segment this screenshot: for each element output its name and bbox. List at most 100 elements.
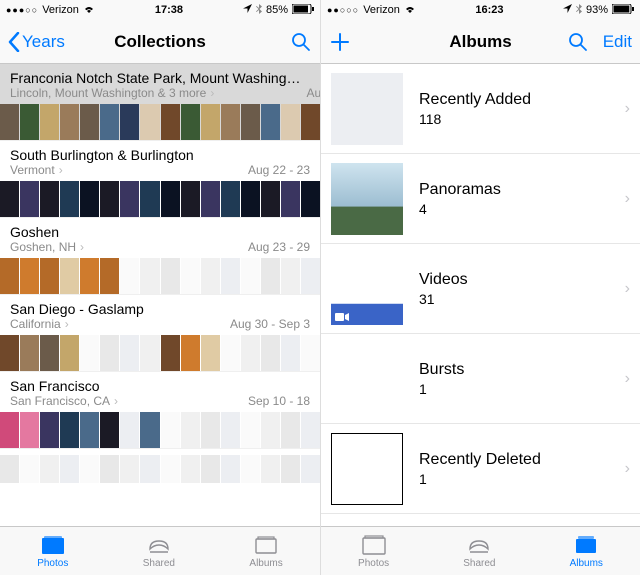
tab-label: Albums <box>570 558 603 569</box>
album-count: 1 <box>419 381 609 397</box>
chevron-right-icon: › <box>625 190 630 208</box>
album-title: Panoramas <box>419 181 609 199</box>
chevron-right-icon: › <box>625 280 630 298</box>
tab-label: Albums <box>249 558 282 569</box>
add-button[interactable] <box>329 31 351 53</box>
carrier-label: Verizon <box>363 4 400 16</box>
tab-photos[interactable]: Photos <box>37 533 68 569</box>
tab-albums[interactable]: Albums <box>570 533 603 569</box>
tab-label: Shared <box>463 558 495 569</box>
collection-title: Goshen <box>10 224 84 240</box>
thumb-strip <box>0 104 320 140</box>
status-time: 16:23 <box>416 4 563 16</box>
tab-bar: Photos Shared Albums <box>321 526 640 575</box>
bluetooth-icon <box>576 4 582 17</box>
thumb-strip <box>0 335 320 371</box>
back-button[interactable]: Years <box>8 32 65 52</box>
status-bar: ●●○○○ Verizon 16:23 93% <box>321 0 640 20</box>
collection-dates: Sep 10 - 18 <box>242 394 310 408</box>
wifi-icon <box>404 4 416 17</box>
tab-shared[interactable]: Shared <box>463 533 495 569</box>
collection-title: Franconia Notch State Park, Mount Washin… <box>10 70 301 86</box>
collection-item[interactable]: San Francisco San Francisco, CA › Sep 10… <box>0 372 320 449</box>
album-title: Recently Added <box>419 91 609 109</box>
collection-dates: Aug 22 - 23 <box>242 163 310 177</box>
nav-bar: Years Collections <box>0 20 320 64</box>
collection-item[interactable]: Goshen Goshen, NH › Aug 23 - 29 <box>0 218 320 295</box>
collection-item[interactable]: San Diego - Gaslamp California › Aug 30 … <box>0 295 320 372</box>
collection-title: San Diego - Gaslamp <box>10 301 144 317</box>
album-count: 4 <box>419 201 609 217</box>
search-icon[interactable] <box>290 31 312 53</box>
tab-bar: Photos Shared Albums <box>0 526 320 575</box>
collections-list[interactable]: Franconia Notch State Park, Mount Washin… <box>0 64 320 526</box>
battery-icon <box>292 4 314 17</box>
thumb-strip <box>0 412 320 448</box>
collection-item[interactable]: South Burlington & Burlington Vermont › … <box>0 141 320 218</box>
collection-title: San Francisco <box>10 378 118 394</box>
collection-dates: Aug 23 - 29 <box>242 240 310 254</box>
thumb-strip <box>0 181 320 217</box>
album-item[interactable]: Panoramas 4 › <box>321 154 640 244</box>
chevron-right-icon: › <box>59 163 63 177</box>
carrier-label: Verizon <box>42 4 79 16</box>
chevron-right-icon: › <box>80 240 84 254</box>
bluetooth-icon <box>256 4 262 17</box>
album-thumb <box>331 163 403 235</box>
album-item[interactable]: Bursts 1 › <box>321 334 640 424</box>
album-title: Videos <box>419 271 609 289</box>
thumb-strip <box>0 455 320 483</box>
location-icon <box>243 4 252 16</box>
album-thumb <box>331 343 403 415</box>
chevron-right-icon: › <box>625 370 630 388</box>
tab-label: Shared <box>143 558 175 569</box>
signal-icon: ●●●○○ <box>6 5 38 15</box>
battery-percent: 93% <box>586 4 608 16</box>
location-icon <box>563 4 572 16</box>
status-time: 17:38 <box>95 4 243 16</box>
collection-subtitle: San Francisco, CA <box>10 394 110 408</box>
battery-percent: 85% <box>266 4 288 16</box>
chevron-right-icon: › <box>65 317 69 331</box>
collection-subtitle: Lincoln, Mount Washington & 3 more <box>10 86 206 100</box>
video-icon <box>335 312 349 322</box>
collection-title: South Burlington & Burlington <box>10 147 194 163</box>
tab-label: Photos <box>358 558 389 569</box>
album-thumb <box>331 73 403 145</box>
tab-photos[interactable]: Photos <box>358 533 389 569</box>
album-count: 118 <box>419 111 609 127</box>
status-bar: ●●●○○ Verizon 17:38 85% <box>0 0 320 20</box>
collection-dates: Aug 20 - 21 <box>301 86 321 100</box>
battery-icon <box>612 4 634 17</box>
signal-icon: ●●○○○ <box>327 5 359 15</box>
collection-item[interactable]: Franconia Notch State Park, Mount Washin… <box>0 64 320 141</box>
tab-label: Photos <box>37 558 68 569</box>
back-label: Years <box>22 32 65 52</box>
search-icon[interactable] <box>567 31 589 53</box>
chevron-right-icon: › <box>625 460 630 478</box>
collection-subtitle: Goshen, NH <box>10 240 76 254</box>
tab-shared[interactable]: Shared <box>143 533 175 569</box>
chevron-right-icon: › <box>114 394 118 408</box>
collection-dates: Aug 30 - Sep 3 <box>224 317 310 331</box>
album-item[interactable]: Recently Added 118 › <box>321 64 640 154</box>
thumb-strip <box>0 258 320 294</box>
nav-bar: Albums Edit <box>321 20 640 64</box>
album-thumb <box>331 253 403 325</box>
tab-albums[interactable]: Albums <box>249 533 282 569</box>
albums-screen: ●●○○○ Verizon 16:23 93% Albums Edit <box>320 0 640 575</box>
album-count: 1 <box>419 471 609 487</box>
album-title: Bursts <box>419 361 609 379</box>
chevron-right-icon: › <box>210 86 214 100</box>
collection-subtitle: Vermont <box>10 163 55 177</box>
album-thumb <box>331 433 403 505</box>
album-count: 31 <box>419 291 609 307</box>
edit-button[interactable]: Edit <box>603 32 632 52</box>
collections-screen: ●●●○○ Verizon 17:38 85% Years Collection… <box>0 0 320 575</box>
collection-subtitle: California <box>10 317 61 331</box>
albums-list[interactable]: Recently Added 118 › Panoramas 4 › Video… <box>321 64 640 526</box>
album-item[interactable]: Videos 31 › <box>321 244 640 334</box>
album-title: Recently Deleted <box>419 451 609 469</box>
chevron-right-icon: › <box>625 100 630 118</box>
album-item[interactable]: Recently Deleted 1 › <box>321 424 640 514</box>
